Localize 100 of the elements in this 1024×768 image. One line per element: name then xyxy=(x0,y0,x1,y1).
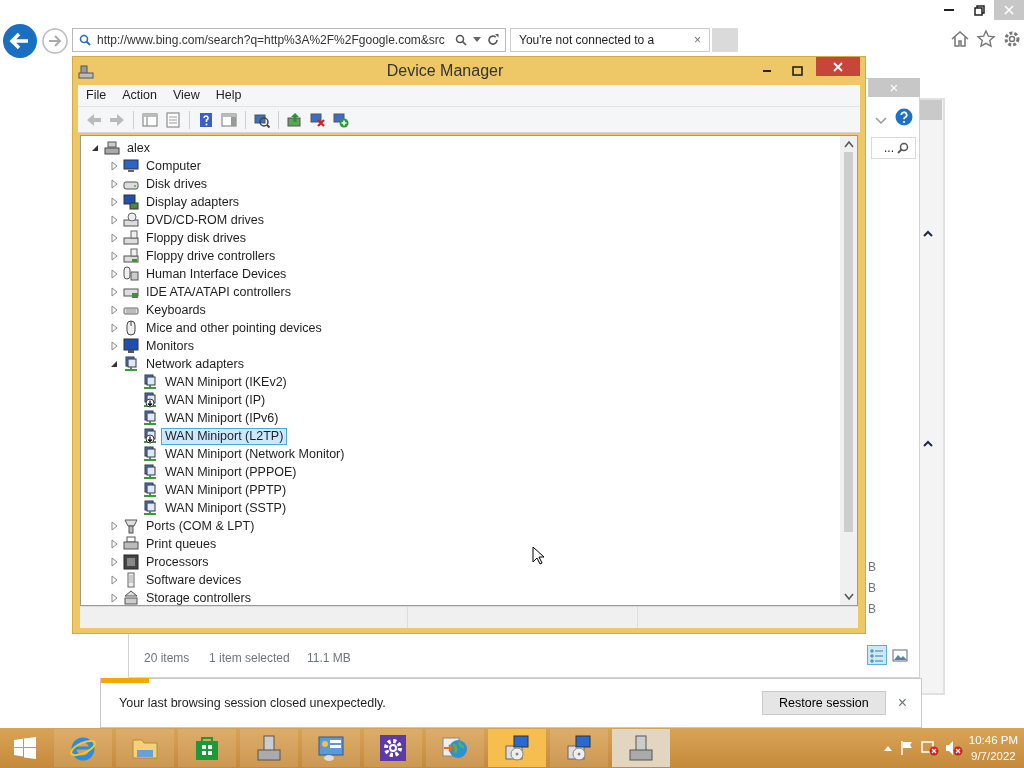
chip-icon xyxy=(123,554,139,570)
tree-item[interactable]: Floppy drive controllers xyxy=(142,247,280,265)
chevron-down-icon[interactable] xyxy=(875,116,887,125)
optical-drive-icon xyxy=(123,212,139,228)
search-icon xyxy=(897,142,909,154)
item-count: 20 items xyxy=(144,650,190,667)
tab-close-button[interactable]: × xyxy=(694,31,701,49)
store-icon xyxy=(193,734,221,762)
tree-item[interactable]: Network adapters xyxy=(142,355,248,373)
tree-item[interactable]: DVD/CD-ROM drives xyxy=(142,211,269,229)
computer-tower-icon xyxy=(255,734,283,762)
setup-icon xyxy=(503,734,531,762)
close-icon xyxy=(1004,5,1014,15)
close-button[interactable] xyxy=(816,57,860,76)
restore-session-button[interactable]: Restore session xyxy=(762,690,886,716)
taskbar-button[interactable] xyxy=(178,729,236,767)
taskbar-button[interactable] xyxy=(302,729,360,767)
control-panel-icon xyxy=(317,734,345,762)
taskbar-button[interactable] xyxy=(488,729,546,767)
search-icon xyxy=(455,34,467,46)
star-icon[interactable] xyxy=(976,29,996,49)
settings-icon xyxy=(379,734,407,762)
tree-item[interactable]: Disk drives xyxy=(142,175,212,193)
floppy-controller-icon xyxy=(123,248,139,264)
storage-icon xyxy=(123,590,139,605)
tree-item[interactable]: alex xyxy=(123,139,154,157)
help-icon[interactable] xyxy=(895,107,913,126)
tree-item[interactable]: Computer xyxy=(142,157,205,175)
speaker-muted-icon[interactable] xyxy=(944,740,963,756)
clock-date: 9/7/2022 xyxy=(970,749,1017,764)
tree-item[interactable]: WAN Miniport (SSTP) xyxy=(161,499,291,517)
view-icon xyxy=(869,647,885,663)
notification-message: Your last browsing session closed unexpectedly. xyxy=(119,694,387,712)
tree-item[interactable]: Software devices xyxy=(142,571,246,589)
notification-close-button[interactable]: × xyxy=(897,691,907,715)
tree-item[interactable]: Display adapters xyxy=(142,193,244,211)
show-hidden-icons-icon[interactable] xyxy=(882,744,893,752)
taskbar-button[interactable] xyxy=(364,729,422,767)
search-field[interactable]: ... xyxy=(871,137,916,159)
tree-item[interactable]: Print queues xyxy=(142,535,221,553)
scroll-thumb[interactable] xyxy=(844,152,853,532)
menu-item[interactable]: View xyxy=(164,84,208,107)
tree-item[interactable]: IDE ATA/ATAPI controllers xyxy=(142,283,295,301)
network-adapter-icon xyxy=(123,356,139,372)
chevron-up-icon[interactable] xyxy=(923,440,933,448)
display-adapter-icon xyxy=(123,194,139,210)
tree-item[interactable]: WAN Miniport (PPPOE) xyxy=(161,463,301,481)
size-text: B xyxy=(868,601,876,618)
mouse-icon xyxy=(123,320,139,336)
forward-button[interactable] xyxy=(42,28,68,54)
size-text: B xyxy=(868,559,876,576)
maximize-icon xyxy=(791,66,803,76)
tree-item[interactable]: Monitors xyxy=(142,337,198,355)
properties-button[interactable] xyxy=(163,109,183,130)
settings-icon[interactable] xyxy=(1002,29,1022,49)
scroll-down-icon[interactable] xyxy=(843,593,854,601)
help-icon xyxy=(198,111,214,128)
menu-item[interactable]: Action xyxy=(114,84,165,107)
update-driver-icon xyxy=(287,111,303,128)
tree-item[interactable]: Processors xyxy=(142,553,213,571)
tree-item[interactable]: Human Interface Devices xyxy=(142,265,291,283)
add-hardware-icon xyxy=(333,111,349,128)
chevron-up-icon[interactable] xyxy=(923,230,933,238)
tree-item[interactable]: Keyboards xyxy=(142,301,210,319)
tree-item[interactable]: Floppy disk drives xyxy=(142,229,251,247)
selection-status: 1 item selected xyxy=(209,650,290,667)
view-icon xyxy=(892,647,908,663)
tree-item[interactable]: WAN Miniport (IPv6) xyxy=(161,409,283,427)
size-text: B xyxy=(868,580,876,597)
browser-tab[interactable]: You're not connected to a × xyxy=(510,28,710,52)
computer-tower-icon xyxy=(627,734,655,762)
flag-icon[interactable] xyxy=(898,740,915,756)
address-bar[interactable]: http://www.bing.com/search?q=http%3A%2F%2Fgoogle.com&src xyxy=(72,28,506,52)
tree-item[interactable]: Mice and other pointing devices xyxy=(142,319,326,337)
tree-item[interactable]: WAN Miniport (Network Monitor) xyxy=(161,445,349,463)
menu-item[interactable]: File xyxy=(78,84,115,107)
setup-icon xyxy=(565,734,593,762)
tree-item[interactable]: Ports (COM & LPT) xyxy=(142,517,259,535)
uninstall-icon xyxy=(310,111,326,128)
back-icon xyxy=(86,111,102,128)
tree-item[interactable]: WAN Miniport (PPTP) xyxy=(161,481,291,499)
computer-icon xyxy=(104,140,120,156)
scrollbar[interactable] xyxy=(840,136,857,605)
tree-item[interactable]: Storage controllers xyxy=(142,589,255,605)
taskbar-button[interactable] xyxy=(550,729,608,767)
window-title: Device Manager xyxy=(385,61,505,81)
input-device-icon xyxy=(123,266,139,282)
details-view-button[interactable] xyxy=(867,645,887,665)
back-button[interactable] xyxy=(2,23,38,59)
scroll-up-icon[interactable] xyxy=(843,140,854,148)
menu-item[interactable]: Help xyxy=(207,84,250,107)
properties-icon xyxy=(165,111,181,128)
home-icon[interactable] xyxy=(950,29,970,49)
dropdown-icon xyxy=(473,37,481,43)
scan-hardware-icon xyxy=(254,111,270,128)
search-icon xyxy=(79,34,91,46)
minimize-icon xyxy=(763,70,771,72)
network-error-icon[interactable] xyxy=(920,740,939,756)
windows-logo-icon xyxy=(13,736,37,760)
tree-item[interactable]: WAN Miniport (IKEv2) xyxy=(161,373,291,391)
